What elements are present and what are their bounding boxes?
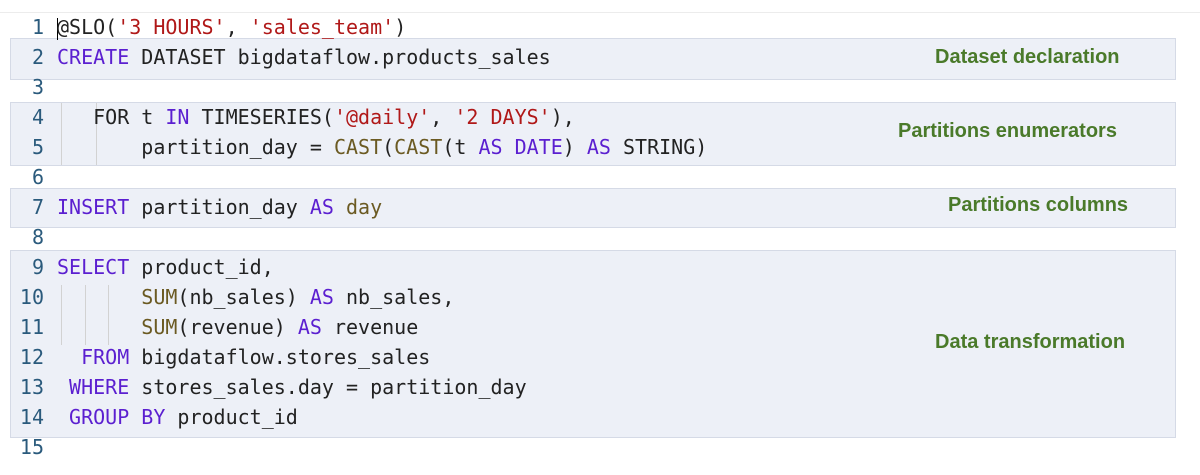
code-token: CAST xyxy=(333,135,383,159)
line-number: 15 xyxy=(19,435,44,459)
code-token: GROUP BY xyxy=(57,405,166,429)
code-token: 'sales_team' xyxy=(249,15,395,39)
code-token: CREATE xyxy=(57,45,130,69)
code-token: product_id xyxy=(165,405,298,429)
code-text[interactable]: partition_day = CAST(CAST(t AS DATE) AS … xyxy=(57,132,707,162)
code-token: nb_sales, xyxy=(333,285,455,309)
line-number: 2 xyxy=(31,45,44,69)
code-text[interactable]: INSERT partition_day AS day xyxy=(57,192,382,222)
code-text[interactable]: SUM(revenue) AS revenue xyxy=(57,312,418,342)
line-number: 6 xyxy=(31,165,44,189)
line-number: 5 xyxy=(31,135,44,159)
annotation-partitions-enumerators: Partitions enumerators xyxy=(898,120,1117,142)
code-token: '3 HOURS' xyxy=(117,15,226,39)
line-number: 12 xyxy=(19,345,44,369)
code-text[interactable]: WHERE stores_sales.day = partition_day xyxy=(57,372,527,402)
code-token: stores_sales.day = partition_day xyxy=(129,375,527,399)
code-token: STRING) xyxy=(610,135,708,159)
code-token: AS DATE xyxy=(478,135,563,159)
code-token: ( xyxy=(382,135,395,159)
code-token: AS xyxy=(297,315,322,339)
code-token: SUM xyxy=(141,315,178,339)
code-token: product_id, xyxy=(129,255,274,279)
code-token: revenue xyxy=(321,315,419,339)
code-text[interactable]: GROUP BY product_id xyxy=(57,402,298,432)
code-token: SUM xyxy=(141,285,178,309)
line-number: 7 xyxy=(31,195,44,219)
code-text[interactable]: FOR t IN TIMESERIES('@daily', '2 DAYS'), xyxy=(57,102,575,132)
code-token: partition_day = xyxy=(57,135,334,159)
code-token: @SLO( xyxy=(57,15,118,39)
line-number: 3 xyxy=(31,75,44,99)
code-token: AS xyxy=(309,285,334,309)
code-text[interactable]: SELECT product_id, xyxy=(57,252,274,282)
code-token: ) xyxy=(394,15,407,39)
code-token: ), xyxy=(550,105,575,129)
annotation-dataset-declaration: Dataset declaration xyxy=(935,46,1120,68)
line-number: 8 xyxy=(31,225,44,249)
code-text[interactable]: SUM(nb_sales) AS nb_sales, xyxy=(57,282,454,312)
code-token: AS xyxy=(309,195,334,219)
code-token: SELECT xyxy=(57,255,130,279)
line-number: 9 xyxy=(31,255,44,279)
code-token: AS xyxy=(586,135,611,159)
code-token: INSERT xyxy=(57,195,130,219)
annotation-data-transformation: Data transformation xyxy=(935,331,1126,353)
code-token: , xyxy=(430,105,455,129)
code-token: DATASET bigdataflow.products_sales xyxy=(129,45,551,69)
code-token: TIMESERIES( xyxy=(189,105,334,129)
line-number: 11 xyxy=(19,315,44,339)
code-token: (revenue) xyxy=(177,315,298,339)
code-token: '@daily' xyxy=(333,105,431,129)
code-token: FOR t xyxy=(57,105,166,129)
code-token: , xyxy=(225,15,250,39)
code-token: WHERE xyxy=(57,375,130,399)
code-token: partition_day xyxy=(129,195,310,219)
annotation-partitions-columns: Partitions columns xyxy=(948,194,1129,216)
code-token: (t xyxy=(442,135,479,159)
code-token: '2 DAYS' xyxy=(454,105,551,129)
line-number: 14 xyxy=(19,405,44,429)
line-number: 13 xyxy=(19,375,44,399)
code-token: ) xyxy=(562,135,587,159)
code-token: (nb_sales) xyxy=(177,285,310,309)
code-token: day xyxy=(346,195,383,219)
code-token: FROM xyxy=(57,345,130,369)
code-text[interactable]: @SLO('3 HOURS', 'sales_team') xyxy=(57,12,406,42)
code-token: IN xyxy=(165,105,190,129)
code-text[interactable]: FROM bigdataflow.stores_sales xyxy=(57,342,430,372)
code-text[interactable]: CREATE DATASET bigdataflow.products_sale… xyxy=(57,42,551,72)
line-number: 1 xyxy=(31,15,44,39)
code-token: bigdataflow.stores_sales xyxy=(129,345,431,369)
line-number: 10 xyxy=(19,285,44,309)
code-token: CAST xyxy=(394,135,443,159)
line-number: 4 xyxy=(31,105,44,129)
